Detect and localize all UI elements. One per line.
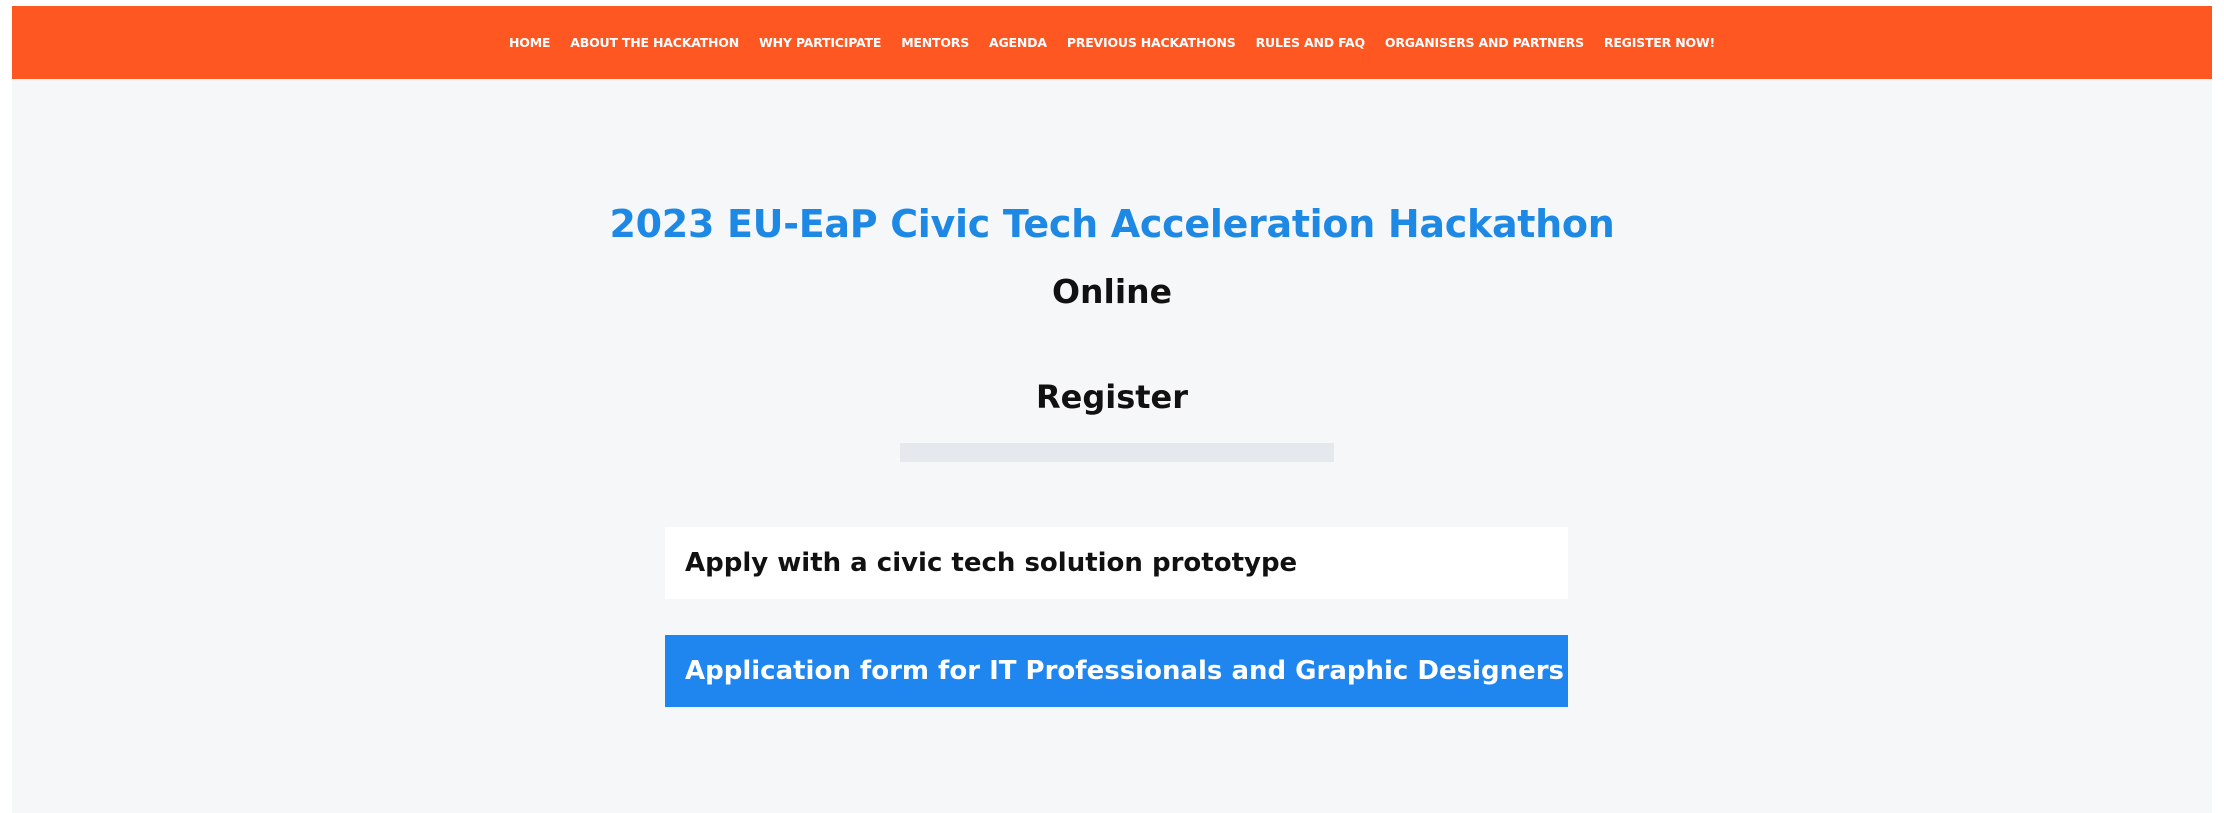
page-frame: HOME ABOUT THE HACKATHON WHY PARTICIPATE… bbox=[12, 6, 2212, 813]
heading-divider bbox=[900, 443, 1334, 462]
top-navbar: HOME ABOUT THE HACKATHON WHY PARTICIPATE… bbox=[12, 6, 2212, 79]
page-title: 2023 EU-EaP Civic Tech Acceleration Hack… bbox=[609, 202, 1615, 246]
nav-previous-hackathons[interactable]: PREVIOUS HACKATHONS bbox=[1067, 35, 1236, 50]
application-form-button[interactable]: Application form for IT Professionals an… bbox=[665, 635, 1568, 707]
nav-rules-and-faq[interactable]: RULES AND FAQ bbox=[1256, 35, 1366, 50]
nav-why-participate[interactable]: WHY PARTICIPATE bbox=[759, 35, 881, 50]
nav-about-the-hackathon[interactable]: ABOUT THE HACKATHON bbox=[570, 35, 739, 50]
nav-register-now[interactable]: REGISTER NOW! bbox=[1604, 35, 1715, 50]
page-subtitle: Online bbox=[1051, 272, 1173, 311]
nav-organisers-and-partners[interactable]: ORGANISERS AND PARTNERS bbox=[1385, 35, 1584, 50]
register-heading: Register bbox=[1035, 378, 1189, 416]
nav-agenda[interactable]: AGENDA bbox=[989, 35, 1047, 50]
apply-prototype-link[interactable]: Apply with a civic tech solution prototy… bbox=[665, 527, 1568, 599]
nav-home[interactable]: HOME bbox=[509, 35, 550, 50]
nav-mentors[interactable]: MENTORS bbox=[901, 35, 969, 50]
